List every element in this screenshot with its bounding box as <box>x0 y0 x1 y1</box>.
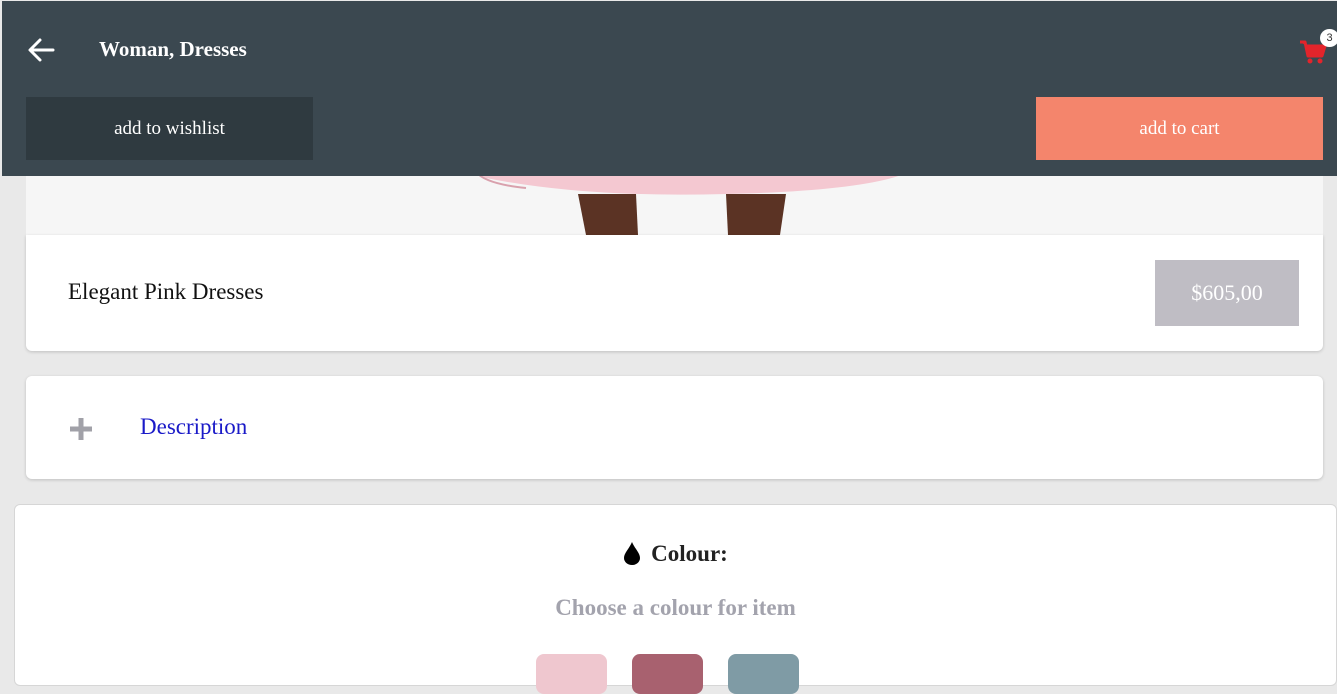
price-tag: $605,00 <box>1155 260 1299 326</box>
product-info-card: Elegant Pink Dresses $605,00 <box>26 235 1323 351</box>
colour-heading: Colour: <box>15 541 1336 567</box>
colour-swatch-slate[interactable] <box>728 654 799 694</box>
colour-subtitle: Choose a colour for item <box>555 595 796 620</box>
description-label[interactable]: Description <box>140 414 247 440</box>
description-accordion[interactable]: Description <box>26 376 1323 479</box>
cart-count-badge: 3 <box>1320 29 1337 47</box>
colour-swatch-rose[interactable] <box>632 654 703 694</box>
colour-picker-card: Colour: Choose a colour for item <box>14 504 1337 694</box>
top-header: Woman, Dresses 3 add to wishlist add to … <box>2 1 1337 176</box>
drop-icon <box>624 542 641 565</box>
product-name: Elegant Pink Dresses <box>68 279 264 304</box>
plus-icon[interactable] <box>68 416 94 442</box>
add-to-wishlist-button[interactable]: add to wishlist <box>26 97 313 160</box>
add-to-cart-button[interactable]: add to cart <box>1036 97 1323 160</box>
colour-heading-text: Colour: <box>651 541 728 566</box>
colour-swatch-pink[interactable] <box>536 654 607 694</box>
back-arrow-icon[interactable] <box>26 35 56 65</box>
page-title: Woman, Dresses <box>99 37 247 61</box>
